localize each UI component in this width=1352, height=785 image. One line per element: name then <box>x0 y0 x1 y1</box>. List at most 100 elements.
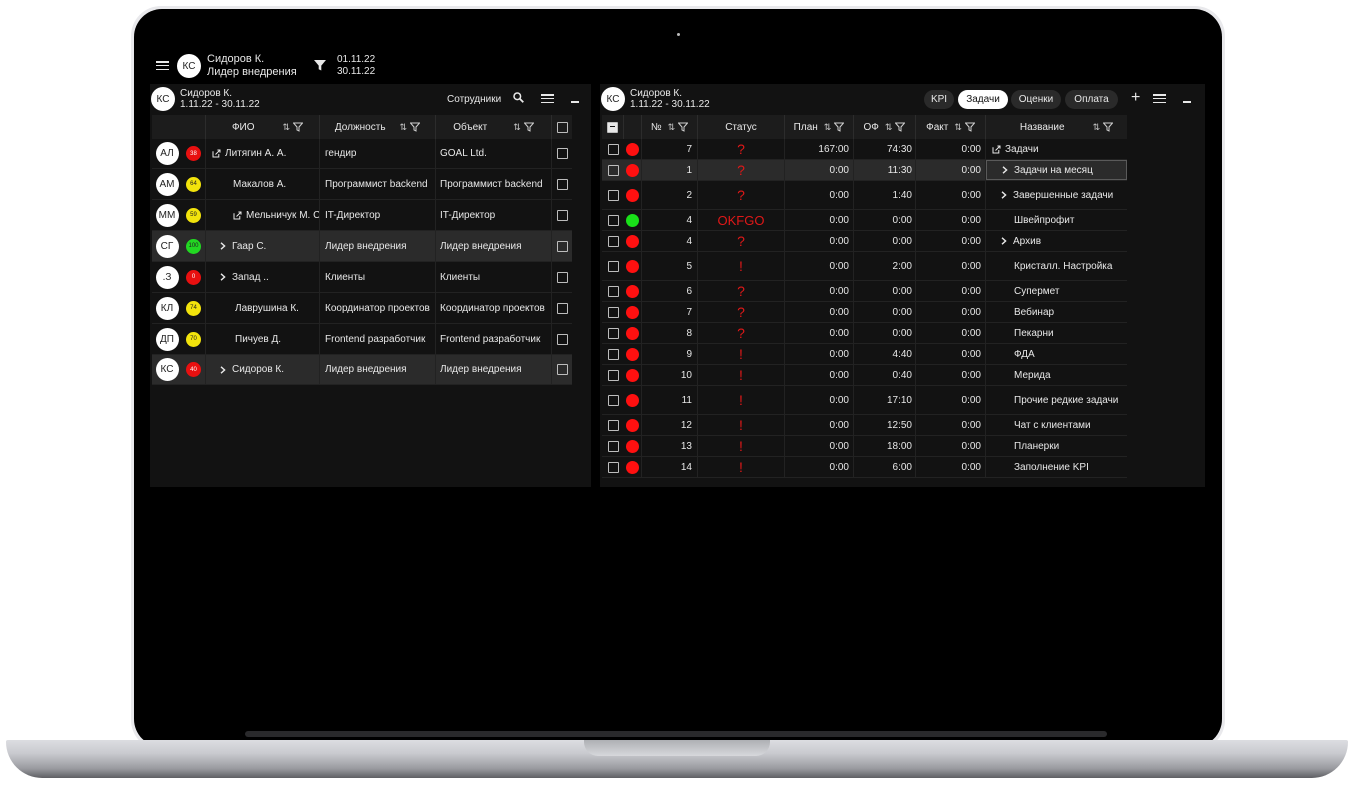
table-row[interactable]: КС 40 Сидоров К. Лидер внедрения Лидер внедр… <box>152 355 572 385</box>
row-checkbox[interactable] <box>556 333 568 345</box>
row-checkbox[interactable] <box>607 164 619 176</box>
tab-tasks[interactable]: Задачи <box>958 90 1008 109</box>
table-row[interactable]: 10! 0:00 0:40 0:00 Мерида <box>602 365 1127 386</box>
chevron-right-icon[interactable] <box>220 242 226 250</box>
row-checkbox[interactable] <box>607 348 619 360</box>
table-row[interactable]: 8? 0:00 0:00 0:00 Пекарни <box>602 323 1127 344</box>
sort-icon[interactable]: ⇅ <box>668 122 676 133</box>
main-menu-icon[interactable] <box>156 61 169 71</box>
date-from[interactable]: 01.11.22 <box>337 54 375 65</box>
table-row[interactable]: ММ 59 Мельничук М. С. IT-Директор IT-Директо… <box>152 200 572 231</box>
select-all-checkbox[interactable] <box>607 121 618 133</box>
employees-panel-avatar[interactable]: КС <box>151 87 175 111</box>
table-row[interactable]: 1? 0:00 11:30 0:00 Задачи на месяц <box>602 160 1127 181</box>
table-row[interactable]: АМ 64 Макалов А. Программист backend Програм… <box>152 169 572 200</box>
employee-name[interactable]: Пичуев Д. <box>235 334 281 345</box>
table-row[interactable]: 13! 0:00 18:00 0:00 Планерки <box>602 436 1127 457</box>
column-header-name[interactable]: ФИО ⇅ <box>206 115 320 139</box>
row-checkbox[interactable] <box>607 440 619 452</box>
date-to[interactable]: 30.11.22 <box>337 66 375 77</box>
column-filter-icon[interactable] <box>895 122 906 132</box>
employee-name[interactable]: Сидоров К. <box>232 364 284 375</box>
table-row[interactable]: 7? 0:00 0:00 0:00 Вебинар <box>602 302 1127 323</box>
column-filter-icon[interactable] <box>410 122 421 132</box>
tasks-menu-icon[interactable] <box>1153 94 1166 104</box>
chevron-right-icon[interactable] <box>1001 191 1007 199</box>
edit-icon[interactable] <box>992 145 1001 154</box>
sort-icon[interactable]: ⇅ <box>824 122 832 133</box>
task-name[interactable]: Швейпрофит <box>1014 215 1074 226</box>
row-checkbox[interactable] <box>607 327 619 339</box>
row-checkbox[interactable] <box>607 285 619 297</box>
sort-icon[interactable]: ⇅ <box>1093 122 1101 133</box>
employees-menu-icon[interactable] <box>541 94 554 104</box>
task-name[interactable]: Мерида <box>1014 370 1051 381</box>
employee-name[interactable]: Макалов А. <box>233 179 286 190</box>
table-row[interactable]: АЛ 38 Литягин А. А. гендир GOAL Ltd. <box>152 139 572 169</box>
table-row[interactable]: 5! 0:00 2:00 0:00 Кристалл. Настройка <box>602 252 1127 281</box>
table-row[interactable]: 4? 0:00 0:00 0:00 Архив <box>602 231 1127 252</box>
employee-name[interactable]: Запад .. <box>232 272 269 283</box>
chevron-right-icon[interactable] <box>1001 237 1007 245</box>
sort-icon[interactable]: ⇅ <box>885 122 893 133</box>
table-row[interactable]: .З 0 Запад .. Клиенты Клиенты <box>152 262 572 293</box>
table-row[interactable]: 11! 0:00 17:10 0:00 Прочие редкие задачи <box>602 386 1127 415</box>
edit-icon[interactable] <box>212 149 221 158</box>
task-name[interactable]: Задачи <box>1005 144 1039 155</box>
row-checkbox[interactable] <box>607 394 619 406</box>
minimize-icon[interactable] <box>1183 101 1191 103</box>
avatar[interactable]: ММ <box>155 203 179 227</box>
minimize-icon[interactable] <box>571 101 579 103</box>
avatar[interactable]: АЛ <box>155 142 179 165</box>
task-name[interactable]: Архив <box>1013 236 1041 247</box>
avatar[interactable]: ДП <box>155 327 179 351</box>
task-name[interactable]: Задачи на месяц <box>1014 165 1093 176</box>
row-checkbox[interactable] <box>556 209 568 221</box>
sort-icon[interactable]: ⇅ <box>283 122 291 133</box>
avatar[interactable]: .З <box>155 265 179 289</box>
row-checkbox[interactable] <box>556 148 568 159</box>
task-name[interactable]: Кристалл. Настройка <box>1014 261 1112 272</box>
task-name[interactable]: Планерки <box>1014 441 1059 452</box>
search-icon[interactable] <box>513 92 524 103</box>
column-header-position[interactable]: Должность ⇅ <box>320 115 436 139</box>
row-checkbox[interactable] <box>607 143 619 155</box>
sort-icon[interactable]: ⇅ <box>954 122 962 133</box>
row-checkbox[interactable] <box>556 240 568 252</box>
task-name[interactable]: Пекарни <box>1014 328 1054 339</box>
row-checkbox[interactable] <box>607 189 619 201</box>
task-name[interactable]: Вебинар <box>1014 307 1054 318</box>
tab-payment[interactable]: Оплата <box>1065 90 1118 109</box>
row-checkbox[interactable] <box>556 271 568 283</box>
task-name[interactable]: Супермет <box>1014 286 1059 297</box>
table-row[interactable]: 14! 0:00 6:00 0:00 Заполнение KPI <box>602 457 1127 478</box>
column-filter-icon[interactable] <box>964 122 975 132</box>
column-header-plan[interactable]: План ⇅ <box>785 115 854 139</box>
row-checkbox[interactable] <box>607 369 619 381</box>
row-checkbox[interactable] <box>556 178 568 190</box>
task-name[interactable]: Заполнение KPI <box>1014 462 1089 473</box>
table-row[interactable]: 12! 0:00 12:50 0:00 Чат с клиентами <box>602 415 1127 436</box>
table-row[interactable]: 2? 0:00 1:40 0:00 Завершенные задачи <box>602 181 1127 210</box>
avatar[interactable]: АМ <box>155 172 179 196</box>
tab-kpi[interactable]: KPI <box>924 90 954 109</box>
column-filter-icon[interactable] <box>293 122 304 132</box>
row-checkbox[interactable] <box>607 214 619 226</box>
employee-name[interactable]: Лаврушина К. <box>235 303 299 314</box>
sort-icon[interactable]: ⇅ <box>400 122 408 133</box>
row-checkbox[interactable] <box>556 302 568 314</box>
column-header-name[interactable]: Название ⇅ <box>986 115 1127 139</box>
row-checkbox[interactable] <box>607 235 619 247</box>
task-name[interactable]: Чат с клиентами <box>1014 420 1091 431</box>
column-header-num[interactable]: № ⇅ <box>642 115 698 139</box>
employee-name[interactable]: Литягин А. А. <box>225 148 286 159</box>
task-name[interactable]: Прочие редкие задачи <box>1014 395 1118 406</box>
task-name[interactable]: Завершенные задачи <box>1013 190 1113 201</box>
chevron-right-icon[interactable] <box>220 273 226 281</box>
chevron-right-icon[interactable] <box>220 365 226 374</box>
table-row[interactable]: КЛ 74 Лаврушина К. Координатор проектов Коор… <box>152 293 572 324</box>
column-filter-icon[interactable] <box>1103 122 1114 132</box>
avatar[interactable]: КЛ <box>155 296 179 320</box>
column-header-of[interactable]: ОФ ⇅ <box>854 115 916 139</box>
column-header-status[interactable]: Статус <box>698 115 785 139</box>
